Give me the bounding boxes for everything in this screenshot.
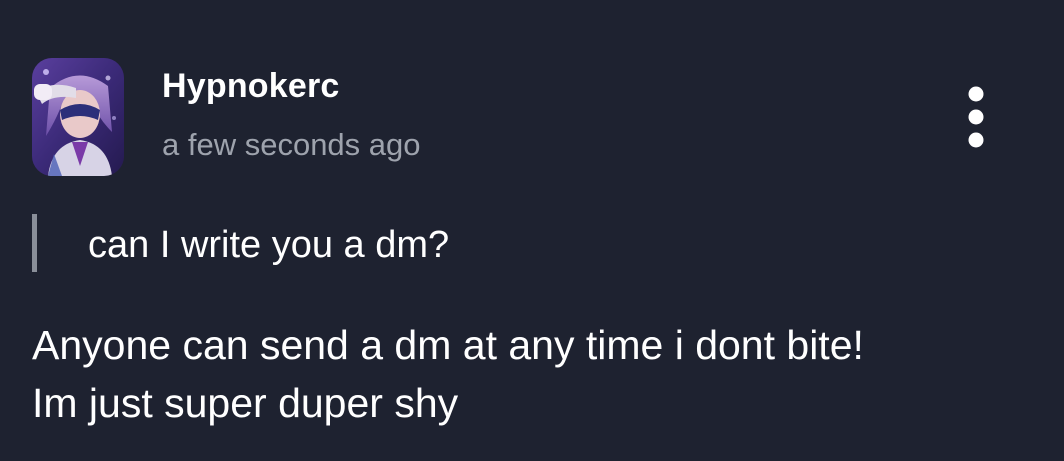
post-body: Anyone can send a dm at any time i dont … xyxy=(32,316,1032,432)
post-timestamp: a few seconds ago xyxy=(162,127,421,162)
quote-bar xyxy=(32,214,37,272)
more-options-button[interactable] xyxy=(954,82,998,156)
comment-post: Hypnokerc a few seconds ago can I write … xyxy=(0,0,1064,461)
post-body-line: Im just super duper shy xyxy=(32,380,459,426)
quote-text: can I write you a dm? xyxy=(88,224,450,266)
post-body-line: Anyone can send a dm at any time i dont … xyxy=(32,322,864,368)
avatar[interactable] xyxy=(32,58,124,176)
author-name[interactable]: Hypnokerc xyxy=(162,66,340,106)
more-vertical-icon xyxy=(968,86,984,148)
